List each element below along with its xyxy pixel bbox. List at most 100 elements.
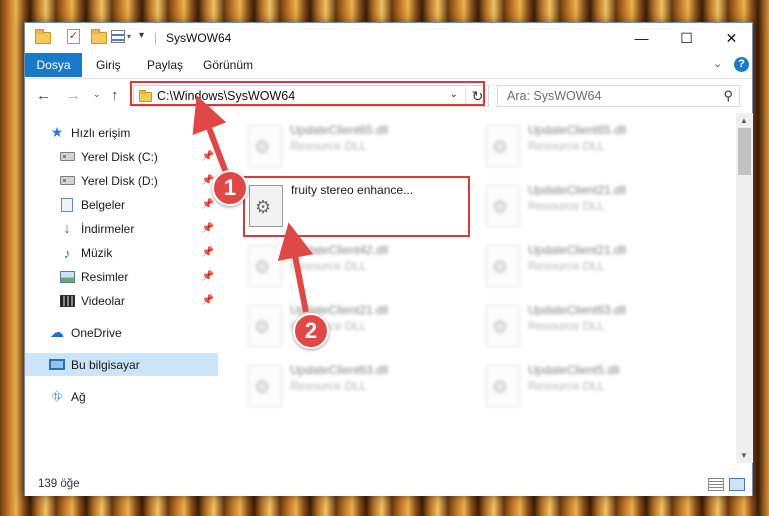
help-icon[interactable]: ? <box>734 57 749 72</box>
sidebar-item-local-disk-d[interactable]: Yerel Disk (D:) 📌 <box>25 169 218 192</box>
back-arrow-icon[interactable]: ← <box>36 87 51 104</box>
file-tile[interactable]: ⚙ UpdateClient65.dll Resource DLL <box>244 119 474 177</box>
scroll-thumb[interactable] <box>738 128 751 175</box>
address-highlight-box <box>130 81 485 106</box>
status-bar: 139 öğe <box>25 473 752 496</box>
file-tile[interactable]: ⚙ UpdateClient65.dll Resource DLL <box>482 119 712 177</box>
file-type: Resource DLL <box>528 139 605 153</box>
sidebar-item-label: Yerel Disk (D:) <box>81 173 158 188</box>
sidebar-item-onedrive[interactable]: ☁ OneDrive <box>25 321 218 344</box>
search-box[interactable]: Ara: SysWOW64 ⚲ <box>497 85 740 107</box>
up-arrow-icon[interactable]: ↑ <box>111 87 119 104</box>
forward-arrow-icon[interactable]: → <box>66 87 81 104</box>
file-type: Resource DLL <box>290 259 367 273</box>
scroll-down-icon[interactable]: ▼ <box>740 451 748 460</box>
file-tile[interactable]: ⚙ UpdateClient63.dll Resource DLL <box>482 299 712 357</box>
file-name: UpdateClient63.dll <box>528 303 627 317</box>
sidebar-item-local-disk-c[interactable]: Yerel Disk (C:) 📌 <box>25 145 218 168</box>
sidebar-item-downloads[interactable]: ↓ İndirmeler 📌 <box>25 217 218 240</box>
pin-icon[interactable]: 📌 <box>202 271 214 282</box>
sidebar-item-label: OneDrive <box>71 325 122 340</box>
sidebar-item-documents[interactable]: Belgeler 📌 <box>25 193 218 216</box>
dll-file-icon: ⚙ <box>248 305 282 347</box>
file-name: UpdateClient65.dll <box>290 123 389 137</box>
dll-file-icon: ⚙ <box>248 125 282 167</box>
file-tile[interactable]: ⚙ UpdateClient21.dll Resource DLL <box>482 179 712 237</box>
ribbon-tabs: Dosya Giriş Paylaş Görünüm ⌄ ? <box>25 53 752 77</box>
pin-icon[interactable]: 📌 <box>202 295 214 306</box>
navigation-pane: ★ Hızlı erişim Yerel Disk (C:) 📌 Yerel D… <box>25 113 221 463</box>
minimize-button[interactable]: — <box>619 23 664 53</box>
sidebar-item-this-pc[interactable]: Bu bilgisayar <box>25 353 218 376</box>
computer-icon <box>49 358 65 372</box>
file-name: UpdateClient42.dll <box>290 243 389 257</box>
file-tile[interactable]: ⚙ UpdateClient21.dll Resource DLL <box>482 239 712 297</box>
sidebar-item-label: Resimler <box>81 269 129 284</box>
file-tile[interactable]: ⚙ UpdateClient42.dll Resource DLL <box>244 239 474 297</box>
star-icon: ★ <box>50 124 64 140</box>
file-type: Resource DLL <box>528 319 605 333</box>
picture-icon <box>59 270 75 284</box>
sidebar-item-pictures[interactable]: Resimler 📌 <box>25 265 218 288</box>
tab-gorunum[interactable]: Görünüm <box>194 53 262 77</box>
large-icons-view-icon[interactable] <box>729 478 745 491</box>
pin-icon[interactable]: 📌 <box>202 199 214 210</box>
vertical-scrollbar[interactable]: ▲ ▼ <box>736 113 753 463</box>
network-icon: ⛗ <box>51 388 63 404</box>
file-tile[interactable]: ⚙ UpdateClient63.dll Resource DLL <box>244 359 474 417</box>
file-type: Resource DLL <box>528 259 605 273</box>
sidebar-item-quick-access[interactable]: ★ Hızlı erişim <box>25 121 218 144</box>
sidebar-item-label: Belgeler <box>81 197 126 212</box>
dll-file-icon: ⚙ <box>486 305 520 347</box>
search-icon[interactable]: ⚲ <box>723 88 733 104</box>
folder-icon <box>35 29 51 44</box>
callout-1: 1 <box>212 170 248 206</box>
file-type: Resource DLL <box>290 379 367 393</box>
title-bar: ✓ ▾ ▾ SysWOW64 — ☐ ✕ <box>25 23 752 53</box>
customize-toolbar-icon[interactable]: ▾ <box>139 30 144 41</box>
sidebar-item-label: Ağ <box>71 389 86 404</box>
sidebar-item-music[interactable]: ♪ Müzik 📌 <box>25 241 218 264</box>
file-tile[interactable]: ⚙ UpdateClient5.dll Resource DLL <box>482 359 712 417</box>
callout-2: 2 <box>293 313 329 349</box>
chevron-down-icon[interactable]: ⌄ <box>713 57 722 70</box>
tab-paylas[interactable]: Paylaş <box>138 53 192 77</box>
recent-locations-icon[interactable]: ⌄ <box>93 89 101 100</box>
dll-file-icon: ⚙ <box>486 185 520 227</box>
file-type: Resource DLL <box>528 379 605 393</box>
file-name: UpdateClient65.dll <box>528 123 627 137</box>
tab-giris[interactable]: Giriş <box>87 53 130 77</box>
item-count: 139 öğe <box>38 478 80 490</box>
file-tile[interactable]: ⚙ UpdateClient21.dll Resource DLL <box>244 299 474 357</box>
drive-icon <box>59 150 75 164</box>
video-icon <box>59 294 75 308</box>
close-button[interactable]: ✕ <box>709 23 754 53</box>
window-title: SysWOW64 <box>166 31 232 45</box>
file-list: ⚙ UpdateClient65.dll Resource DLL ⚙ frui… <box>222 113 736 463</box>
pin-icon[interactable]: 📌 <box>202 223 214 234</box>
document-icon <box>59 197 75 212</box>
search-input[interactable]: Ara: SysWOW64 <box>507 89 601 103</box>
music-icon: ♪ <box>63 244 71 261</box>
dll-file-icon: ⚙ <box>248 245 282 287</box>
tab-dosya[interactable]: Dosya <box>25 53 82 77</box>
maximize-button[interactable]: ☐ <box>664 23 709 53</box>
sidebar-item-label: Yerel Disk (C:) <box>81 149 158 164</box>
pin-icon[interactable]: 📌 <box>202 247 214 258</box>
dll-file-icon: ⚙ <box>486 365 520 407</box>
pin-icon[interactable]: 📌 <box>202 151 214 162</box>
sidebar-item-label: Hızlı erişim <box>71 125 131 140</box>
details-view-icon[interactable] <box>708 478 724 491</box>
sidebar-item-network[interactable]: ⛗ Ağ <box>25 385 218 408</box>
file-highlight-box <box>243 176 470 237</box>
new-folder-icon[interactable] <box>91 29 107 44</box>
file-name: UpdateClient21.dll <box>528 243 627 257</box>
scroll-up-icon[interactable]: ▲ <box>740 116 748 125</box>
dll-file-icon: ⚙ <box>486 245 520 287</box>
properties-check-icon[interactable]: ✓ <box>67 29 80 44</box>
properties-icon[interactable]: ▾ <box>111 30 131 43</box>
sidebar-item-label: Müzik <box>81 245 113 260</box>
download-icon: ↓ <box>63 220 71 237</box>
sidebar-item-videos[interactable]: Videolar 📌 <box>25 289 218 312</box>
cloud-icon: ☁ <box>50 324 64 340</box>
